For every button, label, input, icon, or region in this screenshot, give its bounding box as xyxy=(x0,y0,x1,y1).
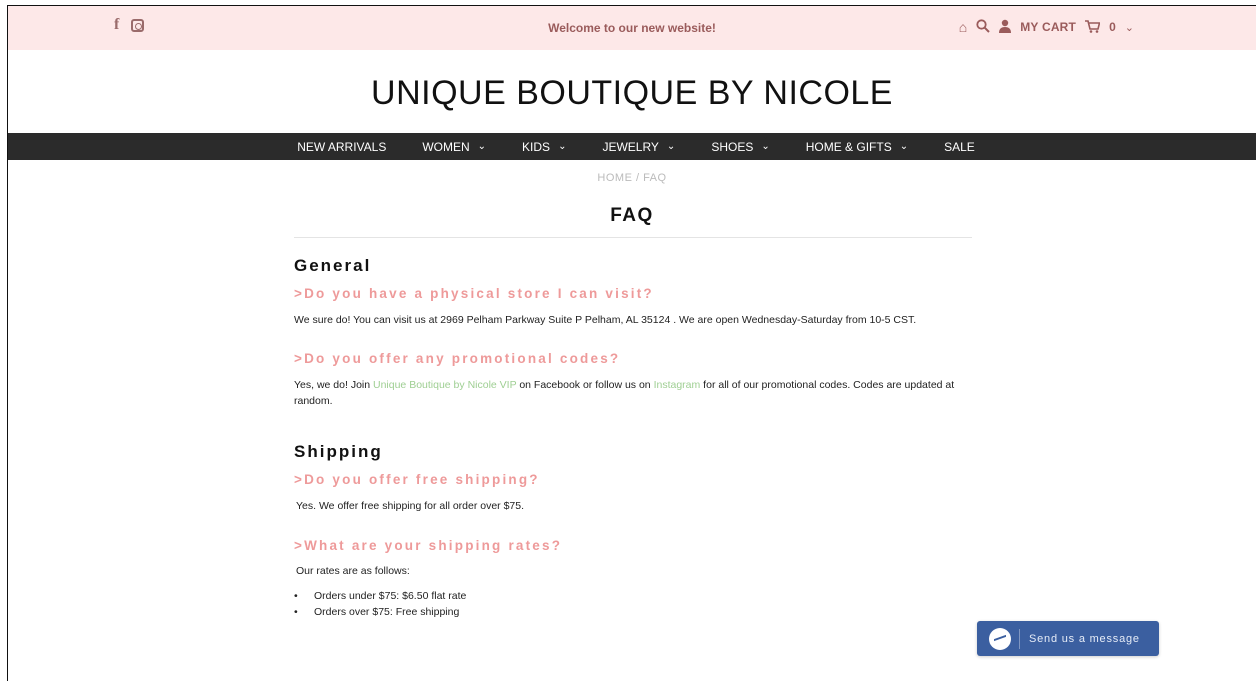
nav-item-label: HOME & GIFTS xyxy=(805,139,892,154)
faq-answer: Yes, we do! Join Unique Boutique by Nico… xyxy=(294,377,984,409)
messenger-icon xyxy=(989,627,1011,650)
facebook-vip-link[interactable]: Unique Boutique by Nicole VIP xyxy=(373,379,516,391)
instagram-link[interactable]: Instagram xyxy=(654,379,701,391)
chevron-down-icon: ⌄ xyxy=(477,141,487,152)
chevron-down-icon: ⌄ xyxy=(899,141,909,152)
search-icon[interactable] xyxy=(976,19,990,35)
divider xyxy=(294,237,972,238)
breadcrumb[interactable]: HOME / FAQ xyxy=(8,172,1256,184)
page-title: FAQ xyxy=(610,205,654,226)
nav-item-women[interactable]: WOMEN ⌄ xyxy=(404,140,504,154)
list-item: Orders under $75: $6.50 flat rate xyxy=(294,588,984,604)
section-heading-shipping: Shipping xyxy=(294,442,383,461)
page-frame: f Welcome to our new website! ⌂ MY CART … xyxy=(7,5,1256,681)
faq-question: >Do you offer free shipping? xyxy=(294,472,540,487)
faq-content: General >Do you have a physical store I … xyxy=(294,256,984,620)
home-icon[interactable]: ⌂ xyxy=(959,20,967,34)
nav-item-label: KIDS xyxy=(522,139,551,154)
header-utilities: ⌂ MY CART 0 ⌄ xyxy=(959,19,1134,35)
nav-item-new-arrivals[interactable]: NEW ARRIVALS xyxy=(279,140,404,154)
messenger-chat-button[interactable]: Send us a message xyxy=(977,621,1159,656)
chevron-down-icon: ⌄ xyxy=(666,141,676,152)
main-nav: NEW ARRIVALS WOMEN ⌄ KIDS ⌄ JEWELRY ⌄ SHOES… xyxy=(8,133,1256,160)
section-heading-general: General xyxy=(294,256,372,275)
answer-text: Yes, we do! Join xyxy=(294,379,373,391)
nav-item-home-gifts[interactable]: HOME & GIFTS ⌄ xyxy=(788,140,926,154)
faq-answer: Our rates are as follows: xyxy=(296,565,410,577)
nav-item-label: JEWELRY xyxy=(602,139,659,154)
cart-icon[interactable] xyxy=(1085,19,1101,35)
nav-item-label: NEW ARRIVALS xyxy=(297,139,387,154)
user-icon[interactable] xyxy=(999,19,1012,35)
cart-link[interactable]: MY CART xyxy=(1020,20,1076,34)
chevron-down-icon: ⌄ xyxy=(761,141,770,152)
chevron-down-icon[interactable]: ⌄ xyxy=(1125,21,1134,34)
faq-question: >Do you have a physical store I can visi… xyxy=(294,286,654,301)
faq-answer: Yes. We offer free shipping for all orde… xyxy=(296,500,525,512)
nav-item-sale[interactable]: SALE xyxy=(926,140,993,154)
nav-item-jewelry[interactable]: JEWELRY ⌄ xyxy=(584,140,693,154)
answer-text: on Facebook or follow us on xyxy=(516,379,654,391)
nav-item-label: SALE xyxy=(944,139,975,154)
faq-question: >Do you offer any promotional codes? xyxy=(294,351,621,366)
shipping-rates-list: Orders under $75: $6.50 flat rate Orders… xyxy=(294,588,984,620)
nav-item-shoes[interactable]: SHOES ⌄ xyxy=(693,140,787,154)
nav-item-kids[interactable]: KIDS ⌄ xyxy=(504,140,584,154)
list-item: Orders over $75: Free shipping xyxy=(294,604,984,620)
nav-item-label: WOMEN xyxy=(422,139,470,154)
faq-answer: We sure do! You can visit us at 2969 Pel… xyxy=(294,314,917,326)
cart-count[interactable]: 0 xyxy=(1109,20,1116,34)
site-logo[interactable]: UNIQUE BOUTIQUE BY NICOLE xyxy=(8,74,1256,113)
chevron-down-icon: ⌄ xyxy=(558,141,567,152)
faq-question: >What are your shipping rates? xyxy=(294,538,563,553)
nav-item-label: SHOES xyxy=(711,139,754,154)
divider xyxy=(1019,628,1020,649)
messenger-label: Send us a message xyxy=(1029,632,1140,645)
announcement-bar: f Welcome to our new website! ⌂ MY CART … xyxy=(8,6,1256,50)
